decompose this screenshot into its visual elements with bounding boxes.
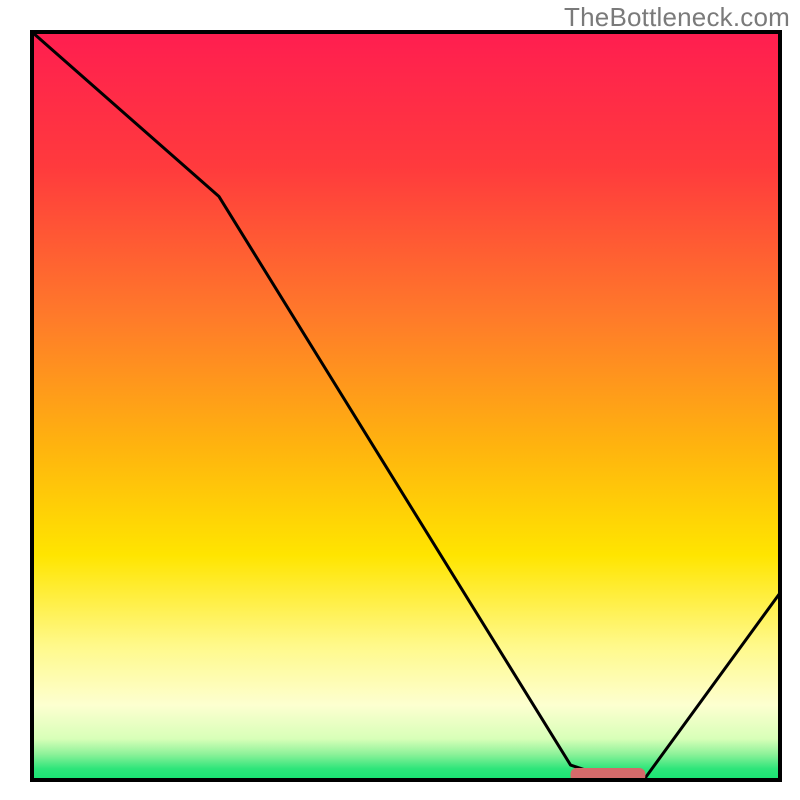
watermark-text: TheBottleneck.com (564, 2, 790, 33)
bottleneck-chart (0, 0, 800, 800)
plot-background (32, 32, 780, 780)
chart-stage: TheBottleneck.com (0, 0, 800, 800)
